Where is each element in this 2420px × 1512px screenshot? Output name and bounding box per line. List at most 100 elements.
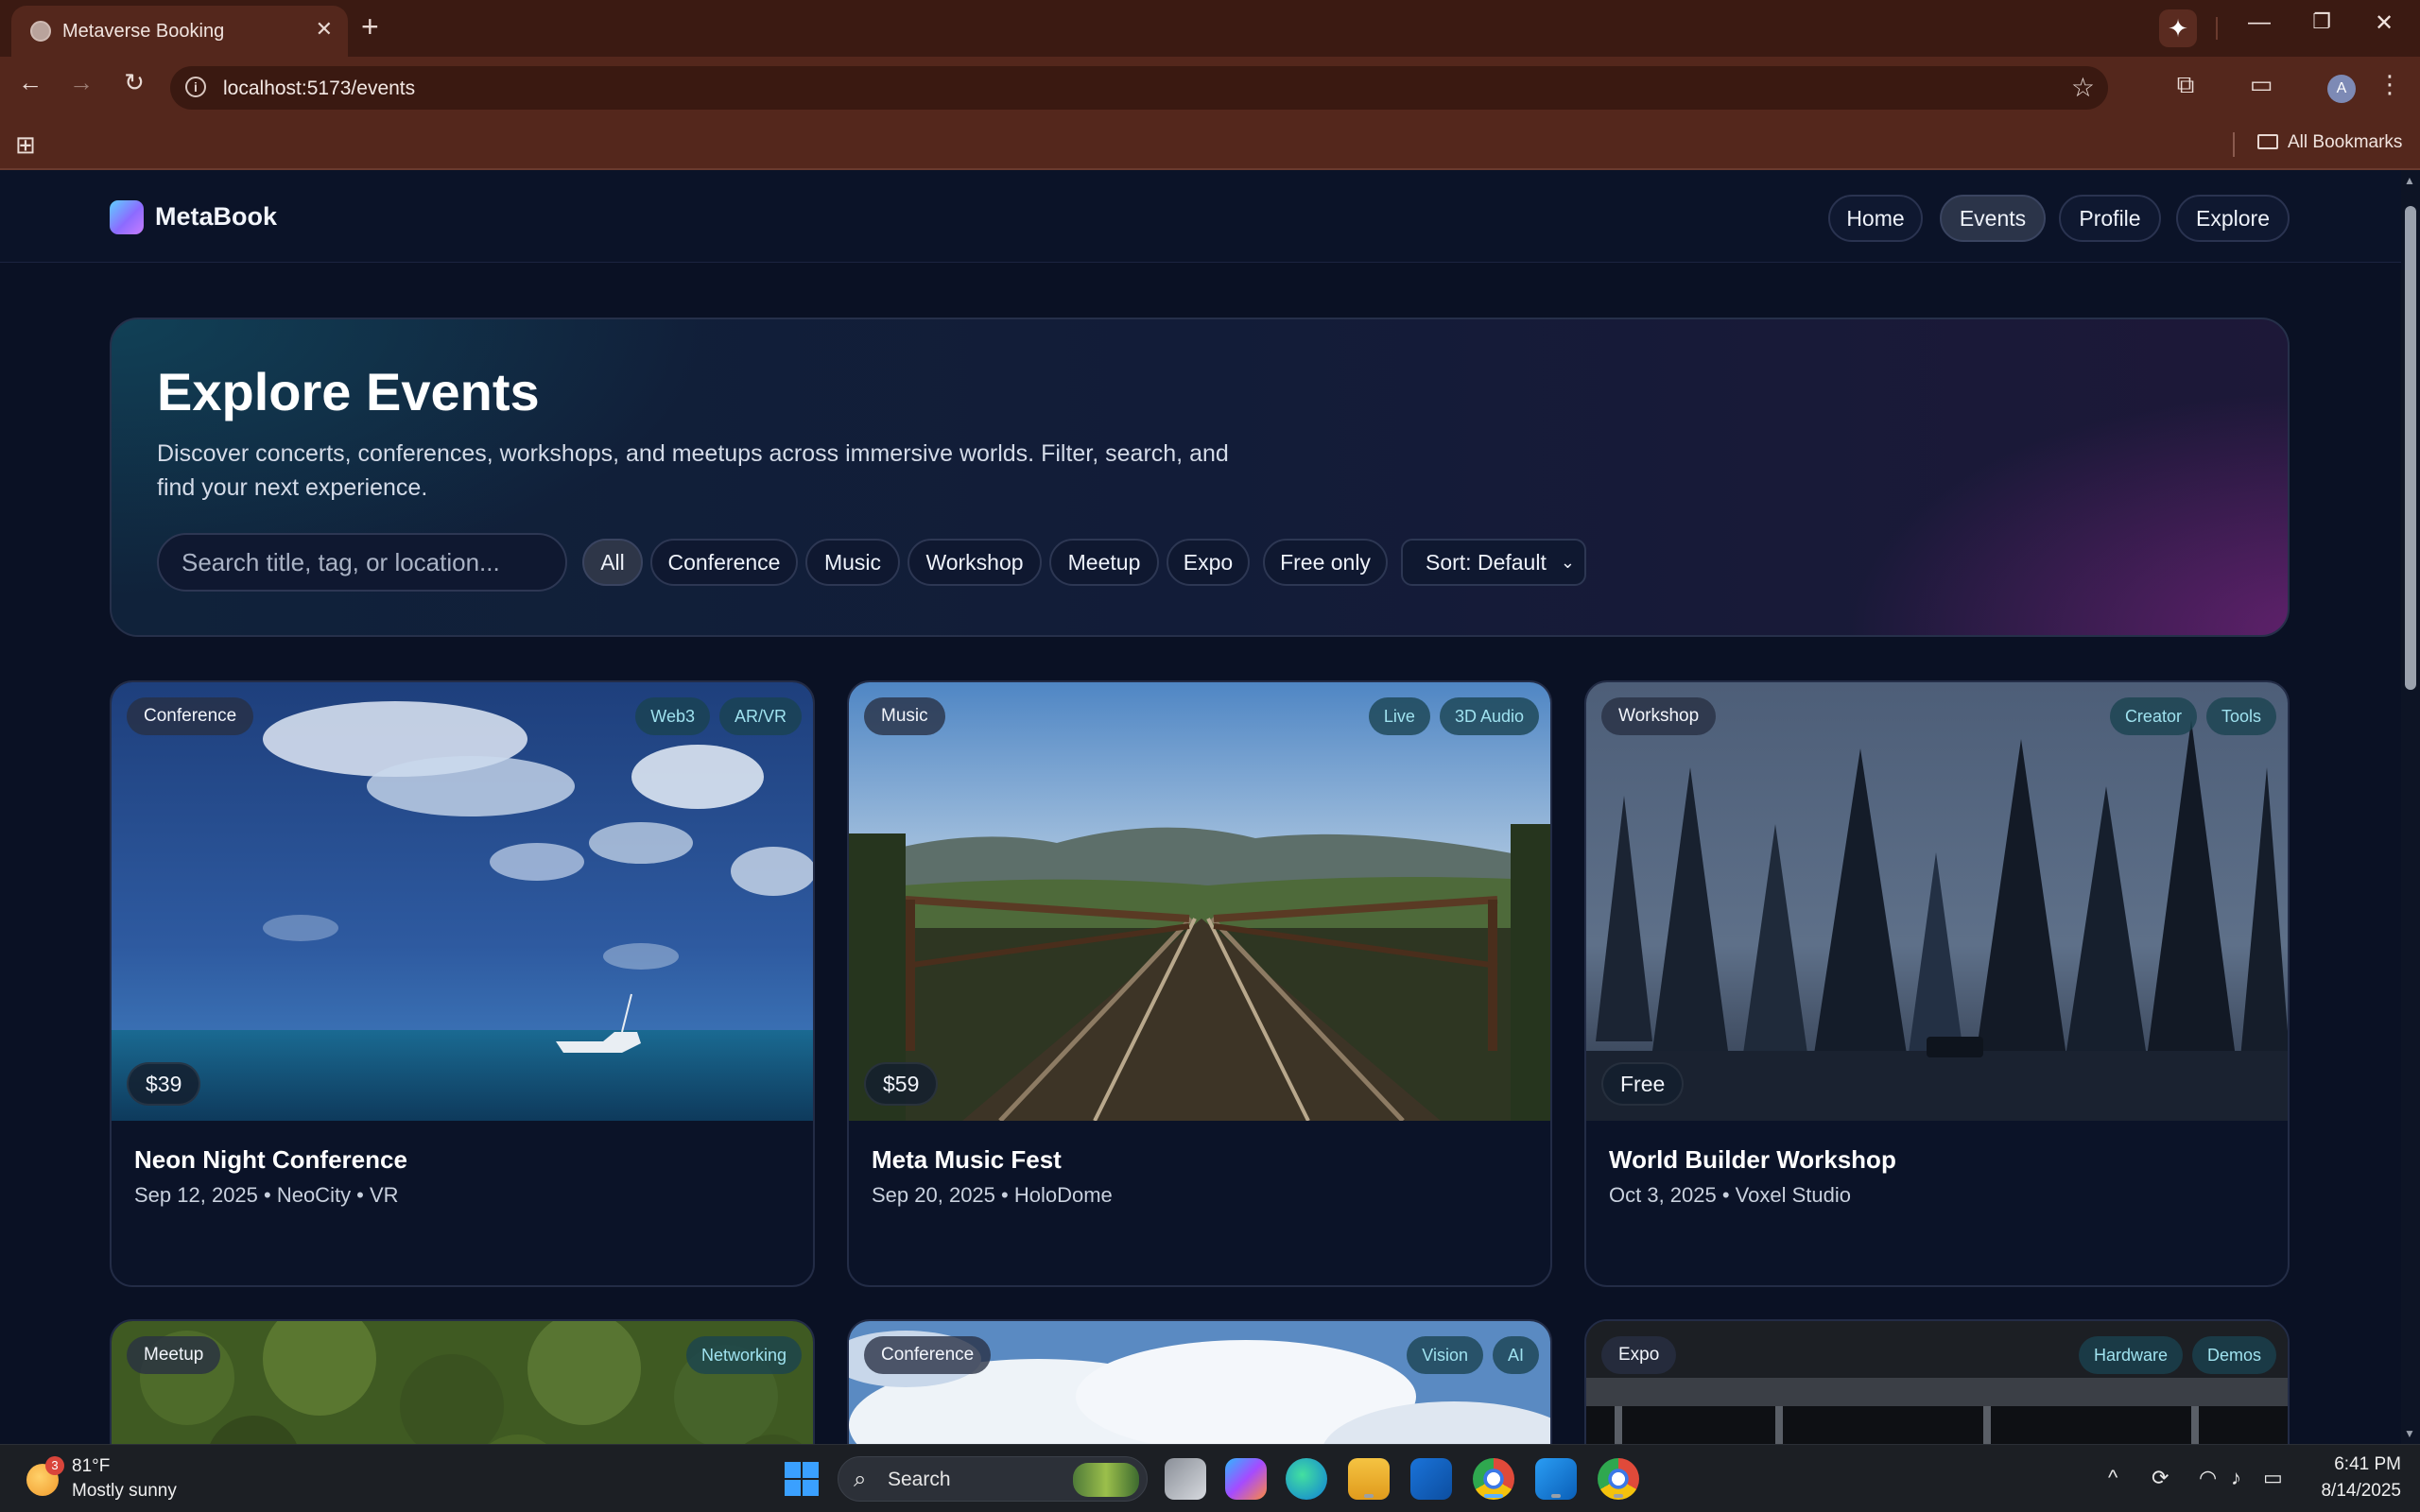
clock-date[interactable]: 8/14/2025 <box>2297 1481 2401 1502</box>
edge-icon[interactable] <box>1286 1458 1327 1500</box>
bookmark-star-icon[interactable]: ☆ <box>2071 72 2095 103</box>
nav-home[interactable]: Home <box>1828 195 1923 242</box>
price-badge: Free <box>1601 1062 1685 1106</box>
tag: Creator <box>2109 697 2197 735</box>
event-title[interactable]: World Builder Workshop <box>1609 1145 1896 1175</box>
all-bookmarks-label: All Bookmarks <box>2288 132 2403 152</box>
filter-workshop[interactable]: Workshop <box>908 539 1042 586</box>
tag-list: Web3 AR/VR <box>626 697 802 735</box>
tag: Vision <box>1407 1336 1483 1374</box>
chevron-up-icon[interactable]: ^ <box>2108 1466 2118 1490</box>
scroll-thumb[interactable] <box>2405 206 2416 690</box>
logo-icon[interactable] <box>110 200 144 234</box>
battery-icon[interactable]: ▭ <box>2263 1466 2283 1490</box>
running-indicator <box>1614 1494 1623 1498</box>
search-input[interactable] <box>157 533 567 592</box>
weather-description[interactable]: Mostly sunny <box>72 1481 177 1502</box>
more-menu-icon[interactable]: ⋮ <box>2371 70 2409 99</box>
divider <box>2233 132 2235 157</box>
price-badge: $39 <box>127 1062 201 1106</box>
back-icon[interactable]: ← <box>11 68 49 97</box>
event-card[interactable]: Meetup Networking <box>110 1319 815 1444</box>
scroll-down-icon[interactable]: ▼ <box>2404 1427 2415 1440</box>
scroll-up-icon[interactable]: ▲ <box>2404 174 2415 187</box>
sparkle-icon[interactable]: ✦ <box>2159 9 2197 47</box>
event-card[interactable]: Conference Vision AI <box>847 1319 1552 1444</box>
filter-free-only[interactable]: Free only <box>1263 539 1388 586</box>
event-image-clouds: Conference Vision AI <box>849 1321 1550 1444</box>
event-meta: Oct 3, 2025 • Voxel Studio <box>1609 1183 1851 1207</box>
page-scrollbar[interactable]: ▲ ▼ <box>2401 170 2420 1444</box>
filter-meetup[interactable]: Meetup <box>1049 539 1159 586</box>
clock-time[interactable]: 6:41 PM <box>2307 1454 2401 1475</box>
copilot-icon[interactable] <box>1225 1458 1267 1500</box>
taskbar-search[interactable]: ⌕ Search <box>838 1456 1148 1502</box>
reload-icon[interactable]: ↻ <box>115 68 153 97</box>
category-badge: Conference <box>127 697 254 735</box>
filter-conference[interactable]: Conference <box>650 539 798 586</box>
tag: Live <box>1368 697 1430 735</box>
vscode-icon[interactable] <box>1535 1458 1577 1500</box>
file-explorer-icon[interactable] <box>1348 1458 1390 1500</box>
event-card[interactable]: Conference Web3 AR/VR $39 Neon Night Conf… <box>110 680 815 1287</box>
chrome-profile-icon[interactable] <box>1598 1458 1639 1500</box>
tag: Web3 <box>635 697 710 735</box>
weather-temperature[interactable]: 81°F <box>72 1456 110 1477</box>
browser-tab[interactable]: Metaverse Booking ✕ <box>11 6 348 57</box>
volume-icon[interactable]: ♪ <box>2231 1466 2241 1490</box>
address-bar[interactable]: i localhost:5173/events ☆ <box>170 66 2108 110</box>
close-tab-icon[interactable]: ✕ <box>316 17 333 42</box>
event-title[interactable]: Meta Music Fest <box>872 1145 1062 1175</box>
hero-panel: Explore Events Discover concerts, confer… <box>110 318 2290 637</box>
tag-list: Vision AI <box>1397 1336 1539 1374</box>
tag: 3D Audio <box>1439 697 1539 735</box>
minimize-icon[interactable]: — <box>2240 9 2278 36</box>
event-image-canopy: Meetup Networking <box>112 1321 813 1444</box>
price-badge: $59 <box>864 1062 939 1106</box>
event-meta: Sep 12, 2025 • NeoCity • VR <box>134 1183 399 1207</box>
taskbar-search-label: Search <box>888 1469 951 1490</box>
close-window-icon[interactable]: ✕ <box>2365 9 2403 37</box>
category-badge: Expo <box>1601 1336 1677 1374</box>
active-indicator <box>1484 1494 1503 1498</box>
chrome-icon[interactable] <box>1473 1458 1514 1500</box>
site-info-icon[interactable]: i <box>185 77 206 97</box>
nav-events[interactable]: Events <box>1940 195 2046 242</box>
event-title[interactable]: Neon Night Conference <box>134 1145 407 1175</box>
tag-list: Live 3D Audio <box>1359 697 1539 735</box>
sync-icon[interactable]: ⟳ <box>2152 1466 2169 1490</box>
wifi-icon[interactable]: ◠ <box>2199 1466 2217 1490</box>
nav-explore[interactable]: Explore <box>2176 195 2290 242</box>
restore-icon[interactable]: ❐ <box>2303 9 2341 34</box>
site-header: MetaBook Home Events Profile Explore <box>0 170 2401 263</box>
media-icon[interactable]: ▭ <box>2242 70 2280 99</box>
new-tab-icon[interactable]: + <box>361 9 379 44</box>
running-indicator <box>1551 1494 1561 1498</box>
nav-profile[interactable]: Profile <box>2059 195 2161 242</box>
outlook-icon[interactable] <box>1410 1458 1452 1500</box>
tag: AR/VR <box>718 697 802 735</box>
filter-music[interactable]: Music <box>805 539 900 586</box>
windows-start-icon[interactable] <box>785 1462 819 1496</box>
running-indicator <box>1364 1494 1374 1498</box>
filter-expo[interactable]: Expo <box>1167 539 1250 586</box>
globe-icon <box>30 21 51 42</box>
all-bookmarks[interactable]: All Bookmarks <box>2257 132 2402 153</box>
search-icon: ⌕ <box>854 1467 867 1492</box>
task-view-icon[interactable] <box>1165 1458 1206 1500</box>
filter-all[interactable]: All <box>582 539 643 586</box>
apps-grid-icon[interactable]: ⊞ <box>15 130 36 160</box>
site-logo[interactable]: MetaBook <box>155 202 277 232</box>
category-badge: Conference <box>864 1336 992 1374</box>
forward-icon[interactable]: → <box>62 68 100 97</box>
profile-avatar[interactable]: A <box>2327 75 2356 103</box>
category-badge: Meetup <box>127 1336 221 1374</box>
bookmarks-bar: ⊞ All Bookmarks <box>0 119 2420 170</box>
tag: Networking <box>685 1336 802 1374</box>
sort-select[interactable]: Sort: Default ⌄ <box>1401 539 1586 586</box>
event-card[interactable]: Music Live 3D Audio $59 Meta Music Fest S… <box>847 680 1552 1287</box>
extensions-icon[interactable]: ⧉ <box>2167 70 2204 100</box>
event-card[interactable]: Workshop Creator Tools Free World Builder… <box>1584 680 2290 1287</box>
search-highlight-image <box>1073 1463 1139 1497</box>
event-card[interactable]: Expo Hardware Demos <box>1584 1319 2290 1444</box>
